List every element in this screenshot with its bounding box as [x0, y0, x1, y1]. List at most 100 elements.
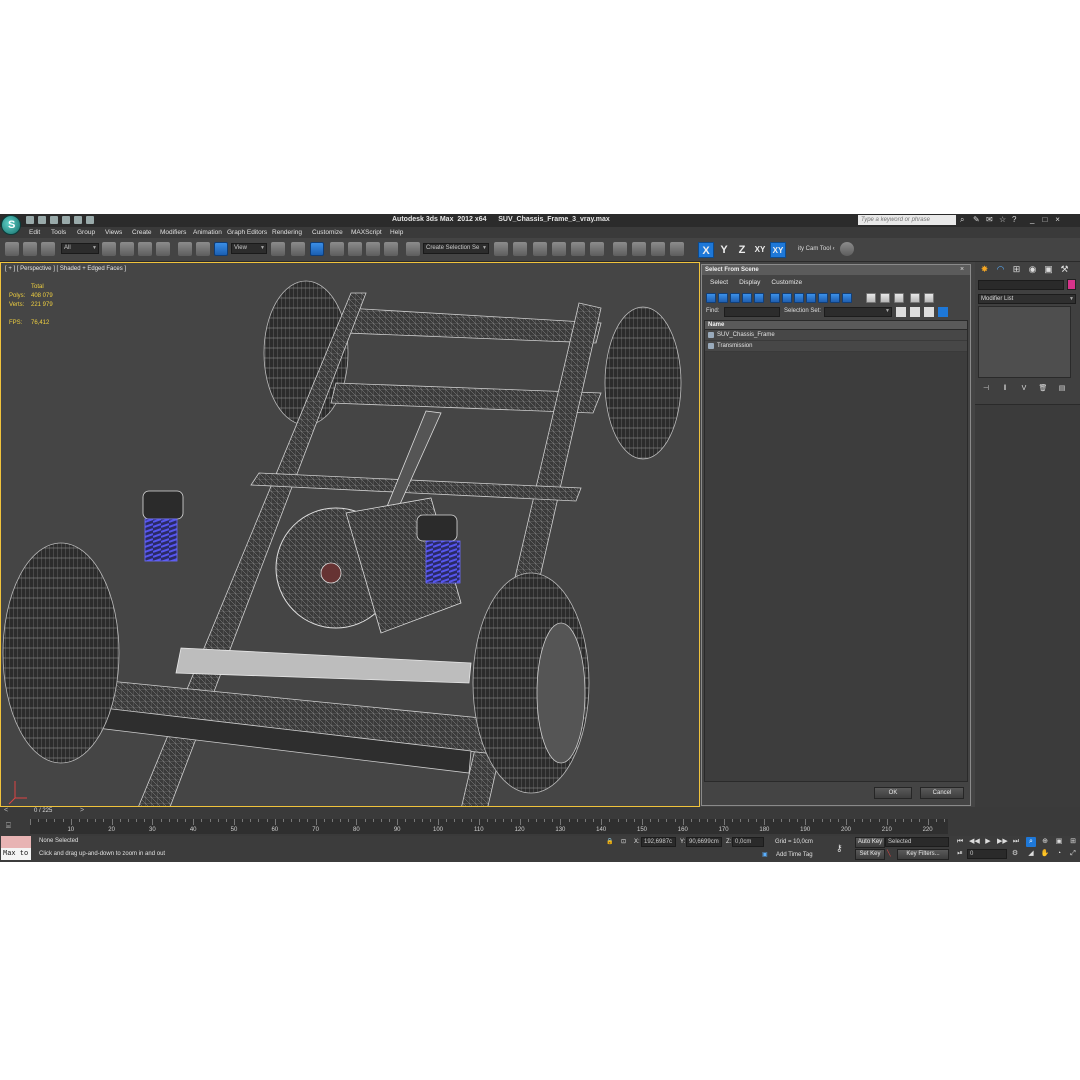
schematic-view-icon[interactable]	[590, 242, 604, 256]
dialog-menu-customize[interactable]: Customize	[771, 279, 802, 286]
axis-z-button[interactable]: Z	[734, 242, 750, 258]
undo-icon[interactable]	[62, 216, 70, 224]
auto-key-button[interactable]: Auto Key	[855, 837, 885, 848]
application-button[interactable]	[1, 215, 21, 235]
time-slider[interactable]: < 0 / 225 >	[0, 807, 1080, 817]
play-icon[interactable]: ▶	[983, 837, 993, 847]
previous-frame-icon[interactable]: ◀◀	[969, 837, 980, 847]
perspective-viewport[interactable]: [ + ] [ Perspective ] [ Shaded + Edged F…	[0, 262, 700, 807]
subscription-icon[interactable]: ✎	[973, 216, 981, 224]
go-to-end-icon[interactable]: ⏭	[1011, 837, 1021, 847]
project-folder-icon[interactable]	[86, 216, 94, 224]
unlink-icon[interactable]	[23, 242, 37, 256]
hierarchy-tab-icon[interactable]: ⊞	[1011, 264, 1022, 275]
select-all-icon[interactable]	[910, 307, 920, 317]
next-frame-icon[interactable]: ▶▶	[997, 837, 1008, 847]
display-space-warps-icon[interactable]	[770, 293, 780, 303]
lock-selection-icon[interactable]: 🔒	[606, 838, 613, 845]
filter-icon[interactable]	[910, 293, 920, 303]
scale-icon[interactable]	[214, 242, 228, 256]
selection-set-key-dropdown[interactable]: Selected	[885, 837, 949, 847]
link-icon[interactable]	[5, 242, 19, 256]
set-key-mode-icon[interactable]: ⚷	[836, 843, 843, 854]
zoom-extents-all-icon[interactable]: ⊞	[1068, 837, 1078, 847]
axis-xy-button[interactable]: XY	[752, 242, 768, 258]
menu-animation[interactable]: Animation	[193, 229, 222, 236]
go-to-start-icon[interactable]: ⏮	[955, 837, 965, 847]
new-file-icon[interactable]	[26, 216, 34, 224]
dialog-menu-select[interactable]: Select	[710, 279, 728, 286]
binoculars-icon[interactable]: ⌕	[960, 216, 968, 224]
motion-tab-icon[interactable]: ◉	[1027, 264, 1038, 275]
spinner-snap-icon[interactable]	[384, 242, 398, 256]
time-slider-next-icon[interactable]: >	[80, 807, 84, 814]
track-bar-icon[interactable]: ⌸	[6, 821, 16, 831]
rectangular-selection-icon[interactable]	[138, 242, 152, 256]
configure-sets-icon[interactable]: ▤	[1057, 384, 1067, 394]
display-geometry-icon[interactable]	[706, 293, 716, 303]
search-input[interactable]: Type a keyword or phrase	[858, 215, 956, 225]
orbit-icon[interactable]: ◔	[1054, 849, 1064, 859]
select-by-name-icon[interactable]	[120, 242, 134, 256]
redo-icon[interactable]	[74, 216, 82, 224]
zoom-icon[interactable]: ⌕	[1026, 837, 1036, 847]
filter-options-icon[interactable]	[924, 293, 934, 303]
mirror-icon[interactable]	[494, 242, 508, 256]
current-frame-field[interactable]: 0	[967, 849, 1007, 859]
z-coordinate-field[interactable]: 0,0cm	[732, 837, 764, 847]
minimize-icon[interactable]: _	[1030, 215, 1034, 224]
pin-stack-icon[interactable]: ⊣	[981, 384, 991, 394]
display-containers-icon[interactable]	[818, 293, 828, 303]
graphite-ribbon-icon[interactable]	[552, 242, 566, 256]
select-manipulate-icon[interactable]	[291, 242, 305, 256]
maximize-icon[interactable]: □	[1042, 215, 1047, 224]
axis-y-button[interactable]: Y	[716, 242, 732, 258]
bind-space-warp-icon[interactable]	[41, 242, 55, 256]
snaps-toggle-icon[interactable]	[330, 242, 344, 256]
display-shapes-icon[interactable]	[718, 293, 728, 303]
select-none-icon[interactable]	[924, 307, 934, 317]
angle-snap-icon[interactable]	[348, 242, 362, 256]
create-tab-icon[interactable]: ✸	[979, 264, 990, 275]
cancel-button[interactable]: Cancel	[920, 787, 964, 799]
layer-manager-icon[interactable]	[533, 242, 547, 256]
communication-icon[interactable]: ✉	[986, 216, 994, 224]
key-mode-icon[interactable]: ⏯	[955, 849, 965, 859]
window-crossing-icon[interactable]	[156, 242, 170, 256]
render-setup-icon[interactable]	[632, 242, 646, 256]
display-invert-icon[interactable]	[894, 293, 904, 303]
display-cameras-icon[interactable]	[742, 293, 752, 303]
dialog-close-icon[interactable]: ×	[960, 266, 968, 274]
maximize-viewport-icon[interactable]: ⤢	[1068, 849, 1078, 859]
key-filter-icon[interactable]: ╲	[887, 850, 891, 857]
menu-rendering[interactable]: Rendering	[272, 229, 302, 236]
open-file-icon[interactable]	[38, 216, 46, 224]
dialog-menu-display[interactable]: Display	[739, 279, 760, 286]
display-tab-icon[interactable]: ▣	[1043, 264, 1054, 275]
modify-tab-icon[interactable]: ◠	[995, 264, 1006, 275]
menu-customize[interactable]: Customize	[312, 229, 343, 236]
menu-tools[interactable]: Tools	[51, 229, 66, 236]
pan-view-icon[interactable]: ✋	[1040, 849, 1050, 859]
list-item[interactable]: SUV_Chassis_Frame	[705, 330, 967, 341]
menu-group[interactable]: Group	[77, 229, 95, 236]
select-object-icon[interactable]	[102, 242, 116, 256]
zoom-all-icon[interactable]: ⊕	[1040, 837, 1050, 847]
reference-coordinate-dropdown[interactable]: View	[231, 243, 267, 254]
y-coordinate-field[interactable]: 90,6699cm	[686, 837, 722, 847]
display-helpers-icon[interactable]	[754, 293, 764, 303]
rotate-icon[interactable]	[196, 242, 210, 256]
dialog-title[interactable]: Select From Scene	[702, 265, 970, 275]
display-xrefs-icon[interactable]	[794, 293, 804, 303]
find-input[interactable]	[724, 307, 780, 317]
viewport-label[interactable]: [ + ] [ Perspective ] [ Shaded + Edged F…	[5, 266, 126, 272]
save-selection-set-icon[interactable]	[896, 307, 906, 317]
object-color-swatch[interactable]	[1067, 279, 1076, 290]
show-end-result-icon[interactable]: ‖	[1000, 384, 1010, 394]
menu-create[interactable]: Create	[132, 229, 152, 236]
selection-filter-dropdown[interactable]: All	[61, 243, 99, 254]
rendered-frame-window-icon[interactable]	[651, 242, 665, 256]
axis-x-button[interactable]: X	[698, 242, 714, 258]
named-selection-dropdown[interactable]: Create Selection Se	[423, 243, 489, 254]
absolute-mode-icon[interactable]: ⊡	[621, 838, 626, 845]
